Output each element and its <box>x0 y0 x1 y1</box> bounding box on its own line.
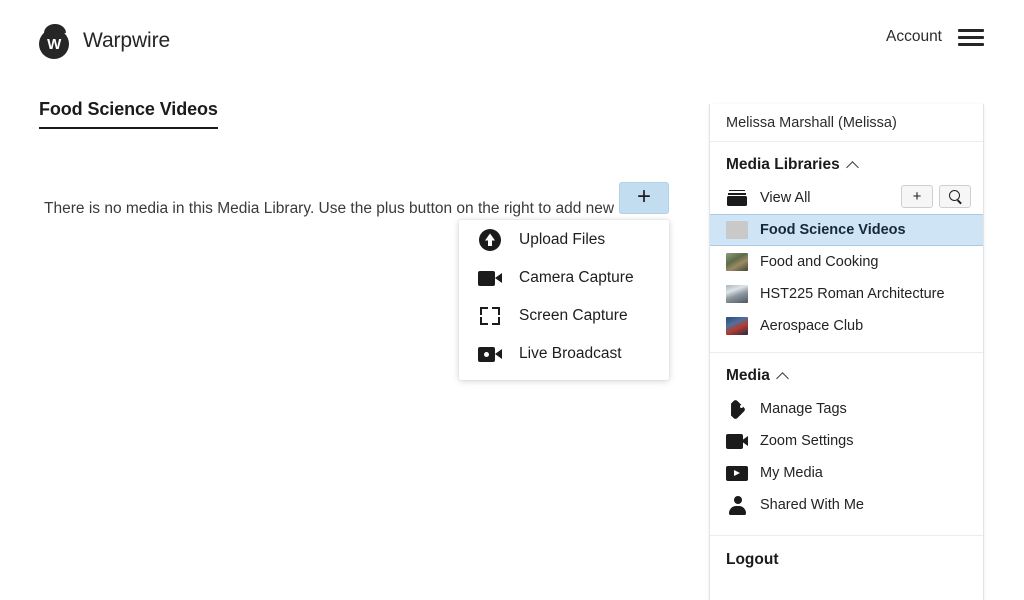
sidebar-item-label: Manage Tags <box>760 401 847 417</box>
sidebar-user-name: Melissa Marshall (Melissa) <box>710 104 983 142</box>
sidebar-item-label: HST225 Roman Architecture <box>760 286 945 302</box>
logout-button[interactable]: Logout <box>710 536 983 584</box>
menu-item-label: Live Broadcast <box>519 345 622 362</box>
sidebar-item-shared-with-me[interactable]: Shared With Me <box>710 489 983 521</box>
screen-capture-icon <box>475 304 505 328</box>
menu-item-label: Upload Files <box>519 231 606 248</box>
empty-state-message: There is no media in this Media Library.… <box>44 200 665 217</box>
tag-icon <box>726 398 748 420</box>
plus-icon: + <box>912 187 922 205</box>
brand-name: Warpwire <box>83 29 171 52</box>
layers-icon <box>726 187 748 209</box>
sidebar-item-my-media[interactable]: My Media <box>710 457 983 489</box>
logo-letter: W <box>39 29 69 59</box>
menu-item-label: Screen Capture <box>519 307 628 324</box>
sidebar-section-media-header[interactable]: Media <box>710 353 983 393</box>
search-icon <box>948 190 962 203</box>
library-actions: + <box>901 185 971 208</box>
upload-icon <box>475 228 505 252</box>
menu-item-upload-files[interactable]: Upload Files <box>459 221 669 259</box>
library-thumbnail <box>726 283 748 305</box>
plus-icon: + <box>636 183 651 210</box>
sidebar-item-label: My Media <box>760 465 823 481</box>
brand-logo[interactable]: W Warpwire <box>38 24 171 59</box>
sidebar-item-label: Food and Cooking <box>760 254 879 270</box>
add-library-button[interactable]: + <box>901 185 933 208</box>
sidebar-item-view-all[interactable]: View All + <box>710 182 983 214</box>
page-title: Food Science Videos <box>39 99 218 129</box>
app-root: W Warpwire Account Food Science Videos T… <box>0 0 1024 600</box>
add-media-menu: Upload Files Camera Capture Screen Captu… <box>459 220 669 380</box>
person-icon <box>726 494 748 516</box>
search-library-button[interactable] <box>939 185 971 208</box>
main-content: Food Science Videos There is no media in… <box>0 82 709 600</box>
sidebar-item-manage-tags[interactable]: Manage Tags <box>710 393 983 425</box>
sidebar-bottom-pad <box>710 584 983 600</box>
sidebar-item-food-and-cooking[interactable]: Food and Cooking <box>710 246 983 278</box>
sidebar-item-food-science-videos[interactable]: Food Science Videos <box>710 214 983 246</box>
sidebar: Melissa Marshall (Melissa) Media Librari… <box>709 104 984 600</box>
app-header: W Warpwire Account <box>0 0 1024 82</box>
menu-item-label: Camera Capture <box>519 269 634 286</box>
account-area: Account <box>886 28 984 46</box>
chevron-up-icon[interactable] <box>848 160 859 171</box>
sidebar-section-media-libraries-header[interactable]: Media Libraries <box>710 142 983 182</box>
sidebar-item-label: Food Science Videos <box>760 222 906 238</box>
sidebar-item-aerospace-club[interactable]: Aerospace Club <box>710 310 983 342</box>
sidebar-item-zoom-settings[interactable]: Zoom Settings <box>710 425 983 457</box>
sidebar-item-label: View All <box>760 190 811 206</box>
section-title: Media Libraries <box>726 156 840 173</box>
camera-icon <box>475 266 505 290</box>
warpwire-logo-icon: W <box>38 24 72 59</box>
sidebar-item-label: Zoom Settings <box>760 433 854 449</box>
hamburger-menu-icon[interactable] <box>958 28 984 46</box>
menu-item-screen-capture[interactable]: Screen Capture <box>459 297 669 335</box>
live-broadcast-icon <box>475 342 505 366</box>
account-link[interactable]: Account <box>886 28 942 46</box>
section-title: Media <box>726 367 770 384</box>
sidebar-item-label: Shared With Me <box>760 497 864 513</box>
add-media-button[interactable]: + <box>619 182 669 214</box>
library-thumbnail <box>726 251 748 273</box>
sidebar-item-label: Aerospace Club <box>760 318 864 334</box>
menu-item-camera-capture[interactable]: Camera Capture <box>459 259 669 297</box>
library-thumbnail <box>726 219 748 241</box>
camera-icon <box>726 430 748 452</box>
chevron-up-icon[interactable] <box>778 371 789 382</box>
menu-item-live-broadcast[interactable]: Live Broadcast <box>459 335 669 373</box>
library-thumbnail <box>726 315 748 337</box>
play-icon <box>726 462 748 484</box>
sidebar-item-hst225-roman-architecture[interactable]: HST225 Roman Architecture <box>710 278 983 310</box>
